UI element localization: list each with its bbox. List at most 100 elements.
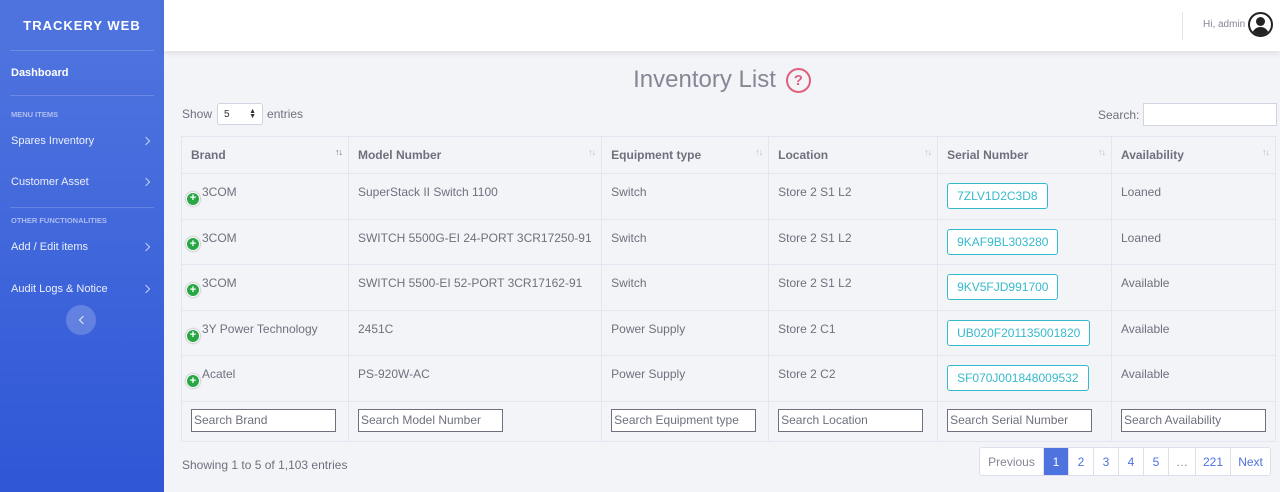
pagination-page-3[interactable]: 3 [1093, 448, 1118, 475]
filter-model-input[interactable] [357, 408, 503, 432]
serial-number-button[interactable]: 9KV5FJD991700 [947, 274, 1059, 301]
serial-number-button[interactable]: UB020F201135001820 [947, 319, 1091, 346]
sidebar-item-label: Audit Logs & Notice [11, 283, 108, 295]
column-header-type[interactable]: Equipment type ↑↓ [601, 136, 770, 174]
cell-type: Power Supply [601, 355, 770, 402]
page-title: Inventory List [633, 66, 776, 93]
column-header-serial[interactable]: Serial Number ↑↓ [937, 136, 1112, 174]
filter-cell [1110, 400, 1277, 442]
sidebar-item-dashboard[interactable]: Dashboard [0, 51, 164, 95]
pagination-previous[interactable]: Previous [980, 448, 1043, 475]
filter-serial-input[interactable] [947, 408, 1093, 432]
column-header-availability[interactable]: Availability ↑↓ [1110, 136, 1277, 174]
cell-location: Store 2 C1 [768, 309, 939, 357]
sidebar-divider [10, 95, 154, 96]
pagination-page-4[interactable]: 4 [1118, 448, 1143, 475]
user-greeting[interactable]: Hi, admin [1203, 19, 1245, 30]
cell-location: Store 2 S1 L2 [768, 173, 939, 220]
chevron-right-icon [141, 136, 151, 146]
sidebar-item-label: Dashboard [11, 67, 69, 79]
show-label: Show [182, 107, 213, 121]
pagination-page-1[interactable]: 1 [1043, 448, 1068, 475]
serial-number-button[interactable]: 9KAF9BL303280 [947, 228, 1059, 255]
pagination-page-2[interactable]: 2 [1068, 448, 1093, 475]
column-header-label: Serial Number [947, 148, 1029, 162]
sidebar: TRACKERY WEB Dashboard MENU ITEMS Spares… [0, 0, 164, 492]
column-header-label: Availability [1120, 148, 1184, 162]
cell-model: SWITCH 5500G-EI 24-PORT 3CR17250-91 [347, 218, 603, 266]
table-row: + Acatel PS-920W-AC Power Supply Store 2 … [181, 355, 1277, 402]
sidebar-heading-other: OTHER FUNCTIONALITIES [11, 216, 107, 225]
cell-availability: Available [1110, 355, 1277, 402]
sidebar-toggle-button[interactable] [66, 305, 96, 335]
cell-serial: 7ZLV1D2C3D8 [937, 173, 1112, 220]
sidebar-item-customer-asset[interactable]: Customer Asset [0, 162, 164, 202]
plus-circle-icon[interactable]: + [186, 374, 200, 389]
cell-brand: +3COM [181, 264, 349, 311]
avatar-head [1256, 17, 1265, 26]
search-input[interactable] [1143, 103, 1278, 126]
pagination-page-5[interactable]: 5 [1143, 448, 1168, 475]
cell-brand: +3COM [181, 218, 349, 266]
sidebar-heading-menu: MENU ITEMS [11, 110, 59, 119]
filter-type-input[interactable] [611, 408, 757, 432]
brand-text: Acatel [202, 367, 236, 382]
cell-availability: Available [1110, 264, 1277, 311]
pagination: Previous 1 2 3 4 5 … 221 Next [979, 447, 1272, 476]
entries-length-select[interactable]: 5 ▲ ▼ [217, 103, 264, 125]
column-header-label: Model Number [357, 148, 442, 162]
sidebar-item-label: Add / Edit items [11, 241, 89, 253]
cell-brand: +3Y Power Technology [181, 309, 349, 357]
cell-availability: Loaned [1110, 173, 1277, 220]
cell-type: Switch [601, 264, 770, 311]
pagination-next[interactable]: Next [1230, 448, 1270, 475]
sidebar-brand[interactable]: TRACKERY WEB [0, 0, 164, 50]
sidebar-item-spares-inventory[interactable]: Spares Inventory [0, 121, 164, 161]
plus-circle-icon[interactable]: + [186, 191, 200, 206]
chevron-right-icon [141, 284, 151, 294]
table-row: +3COM SWITCH 5500G-EI 24-PORT 3CR17250-9… [181, 218, 1277, 266]
pagination-ellipsis: … [1168, 448, 1195, 475]
filter-availability-input[interactable] [1120, 408, 1266, 432]
cell-availability: Loaned [1110, 218, 1277, 266]
sort-arrows-icon: ↑↓ [755, 147, 763, 157]
sidebar-item-add-edit-items[interactable]: Add / Edit items [0, 227, 164, 267]
user-avatar-icon[interactable] [1248, 12, 1273, 37]
cell-availability: Available [1110, 309, 1277, 357]
sort-arrows-icon: ↑↓ [588, 147, 596, 157]
sidebar-item-label: Spares Inventory [11, 135, 95, 147]
plus-circle-icon[interactable]: + [186, 283, 200, 298]
cell-serial: 9KV5FJD991700 [937, 264, 1112, 311]
brand-text: 3COM [202, 230, 237, 245]
column-header-location[interactable]: Location ↑↓ [768, 136, 939, 174]
page-header: Inventory List ? [164, 66, 1280, 94]
sidebar-divider [10, 207, 154, 208]
column-header-label: Brand [191, 148, 226, 162]
serial-number-button[interactable]: SF070J001848009532 [947, 365, 1089, 392]
filter-brand-input[interactable] [191, 408, 336, 432]
table-row: +3COM SuperStack II Switch 1100 Switch S… [181, 173, 1277, 220]
filter-cell [937, 400, 1112, 442]
pagination-page-221[interactable]: 221 [1195, 448, 1230, 475]
cell-brand: +3COM [181, 173, 349, 220]
filter-cell [768, 400, 939, 442]
cell-location: Store 2 S1 L2 [768, 218, 939, 266]
question-circle-icon[interactable]: ? [785, 67, 811, 93]
plus-circle-icon[interactable]: + [186, 237, 200, 252]
serial-number-button[interactable]: 7ZLV1D2C3D8 [947, 183, 1048, 209]
sort-arrows-icon: ↑↓ [1262, 147, 1270, 157]
plus-circle-icon[interactable]: + [186, 328, 200, 343]
column-header-model[interactable]: Model Number ↑↓ [347, 136, 603, 174]
table-row: +3COM SWITCH 5500-EI 52-PORT 3CR17162-91… [181, 264, 1277, 311]
cell-type: Switch [601, 218, 770, 266]
column-header-brand[interactable]: Brand ↑↓ [181, 136, 349, 174]
cell-model: SWITCH 5500-EI 52-PORT 3CR17162-91 [347, 264, 603, 311]
avatar-body [1252, 27, 1269, 35]
brand-text: 3Y Power Technology [202, 321, 318, 336]
cell-location: Store 2 C2 [768, 355, 939, 402]
brand-text: 3COM [202, 185, 237, 199]
filter-location-input[interactable] [778, 408, 924, 432]
chevron-right-icon [141, 177, 151, 187]
sidebar-item-label: Customer Asset [11, 176, 89, 188]
length-control: Show 5 ▲ ▼ entries [182, 103, 303, 125]
